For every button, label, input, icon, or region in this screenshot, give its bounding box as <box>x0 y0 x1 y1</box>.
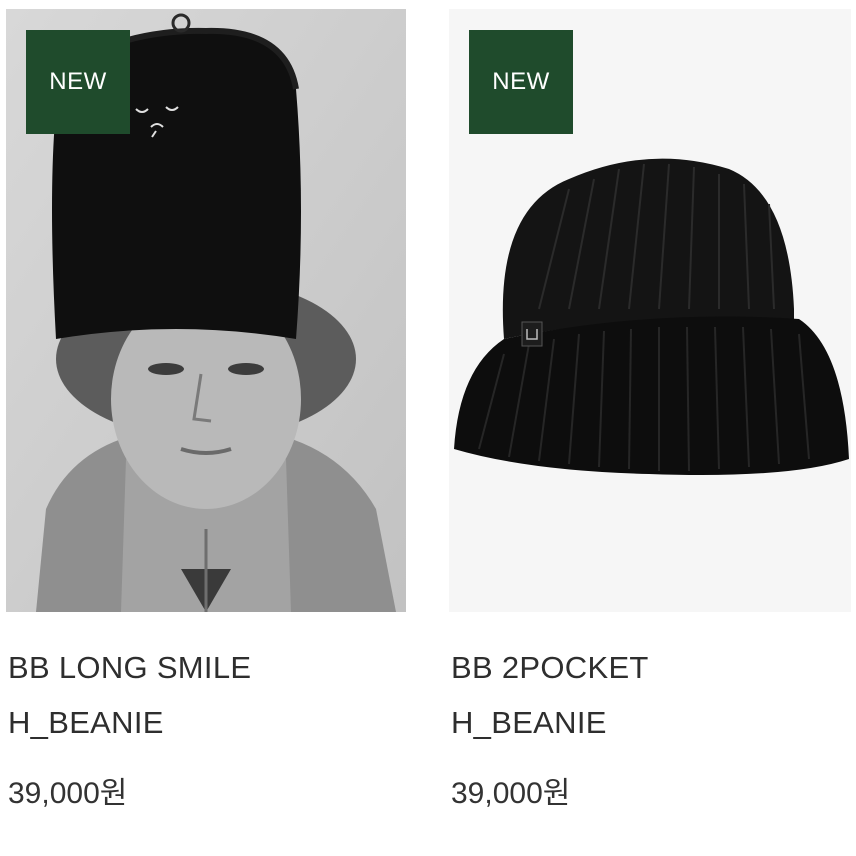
product-card[interactable]: NEW BB 2POCKET H_BEANIE 39,000원 <box>449 0 851 856</box>
product-name-line1: BB 2POCKET <box>451 650 649 685</box>
product-price: 39,000원 <box>8 777 128 810</box>
product-price: 39,000원 <box>451 777 571 810</box>
product-name-line2: H_BEANIE <box>8 705 164 740</box>
new-badge: NEW <box>26 30 130 134</box>
product-name[interactable]: BB LONG SMILE H_BEANIE <box>8 640 251 750</box>
product-name-line2: H_BEANIE <box>451 705 607 740</box>
product-name-line1: BB LONG SMILE <box>8 650 252 685</box>
product-name[interactable]: BB 2POCKET H_BEANIE <box>451 640 649 750</box>
product-card[interactable]: NEW BB LONG SMILE H_BEANIE 39,000원 <box>6 0 406 856</box>
new-badge: NEW <box>469 30 573 134</box>
